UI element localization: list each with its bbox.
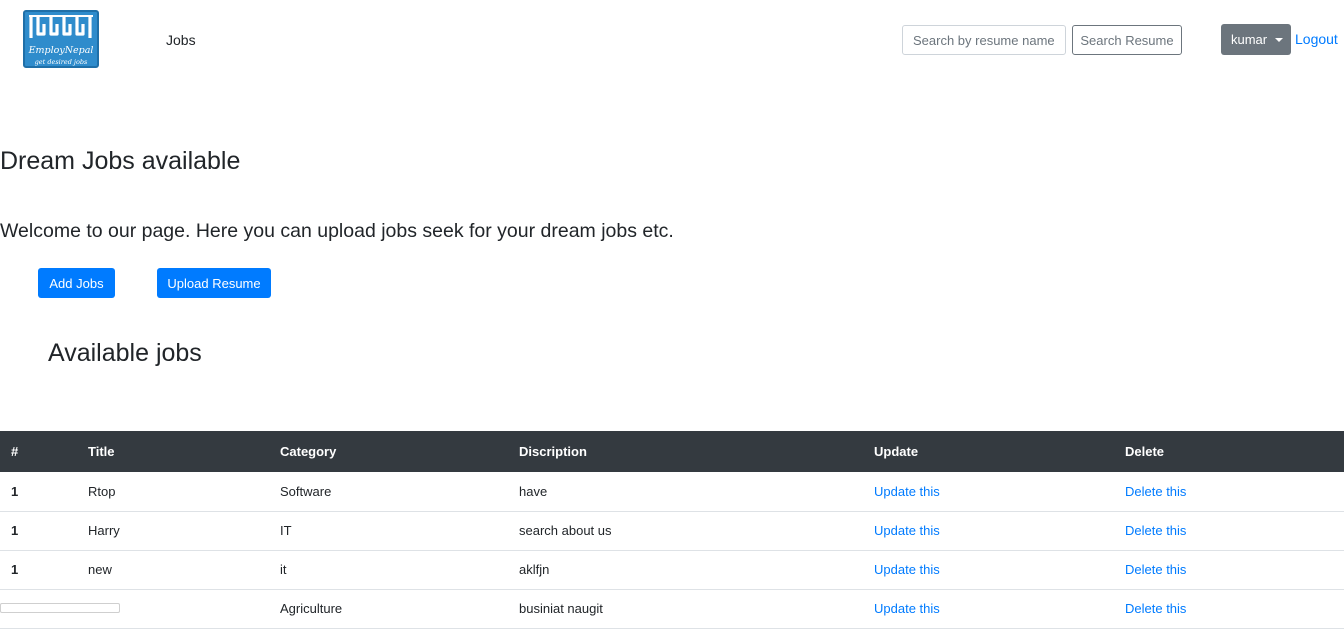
brand-tagline: get desired jobs [34, 58, 88, 66]
job-category: Software [269, 472, 508, 512]
update-link[interactable]: Update this [874, 484, 940, 499]
logo-mark-icon [29, 15, 93, 38]
user-name: kumar [1231, 32, 1268, 47]
column-header-delete: Delete [1114, 431, 1344, 472]
status-tooltip [0, 603, 120, 613]
update-link[interactable]: Update this [874, 601, 940, 616]
delete-link[interactable]: Delete this [1125, 523, 1186, 538]
delete-link[interactable]: Delete this [1125, 562, 1186, 577]
update-link[interactable]: Update this [874, 523, 940, 538]
column-header-category: Category [269, 431, 508, 472]
column-header-title: Title [77, 431, 269, 472]
row-number: 1 [0, 472, 77, 512]
table-row: 1 Rtop Software have Update this Delete … [0, 472, 1344, 512]
job-description: search about us [508, 511, 863, 551]
jobs-table: # Title Category Discription Update Dele… [0, 431, 1344, 629]
column-header-description: Discription [508, 431, 863, 472]
nav-link-jobs[interactable]: Jobs [166, 31, 196, 49]
search-resume-button[interactable]: Search Resume [1072, 25, 1182, 55]
add-jobs-button[interactable]: Add Jobs [38, 268, 115, 298]
table-row: 1 Harry IT search about us Update this D… [0, 511, 1344, 551]
job-description: businiat naugit [508, 589, 863, 629]
upload-resume-button[interactable]: Upload Resume [157, 268, 271, 298]
table-row: 1 Agriculture businiat naugit Update thi… [0, 589, 1344, 629]
user-dropdown-button[interactable]: kumar [1221, 24, 1291, 55]
delete-link[interactable]: Delete this [1125, 601, 1186, 616]
column-header-number: # [0, 431, 77, 472]
job-title: Rtop [77, 472, 269, 512]
section-title: Available jobs [48, 339, 202, 367]
job-title: new [77, 550, 269, 590]
job-category: it [269, 550, 508, 590]
brand-logo[interactable]: EmployNepal get desired jobs [23, 10, 99, 68]
job-category: Agriculture [269, 589, 508, 629]
caret-down-icon [1275, 38, 1283, 42]
table-row: 1 new it aklfjn Update this Delete this [0, 550, 1344, 590]
search-input[interactable] [902, 25, 1066, 55]
table-header-row: # Title Category Discription Update Dele… [0, 431, 1344, 472]
navbar: EmployNepal get desired jobs Jobs Search… [0, 0, 1344, 80]
update-link[interactable]: Update this [874, 562, 940, 577]
brand-name: EmployNepal [28, 45, 94, 56]
logout-link[interactable]: Logout [1295, 30, 1338, 48]
job-category: IT [269, 511, 508, 551]
row-number: 1 [0, 511, 77, 551]
row-number: 1 [0, 550, 77, 590]
job-description: aklfjn [508, 550, 863, 590]
welcome-text: Welcome to our page. Here you can upload… [0, 220, 674, 242]
delete-link[interactable]: Delete this [1125, 484, 1186, 499]
page-title: Dream Jobs available [0, 147, 241, 175]
column-header-update: Update [863, 431, 1114, 472]
job-description: have [508, 472, 863, 512]
job-title: Harry [77, 511, 269, 551]
